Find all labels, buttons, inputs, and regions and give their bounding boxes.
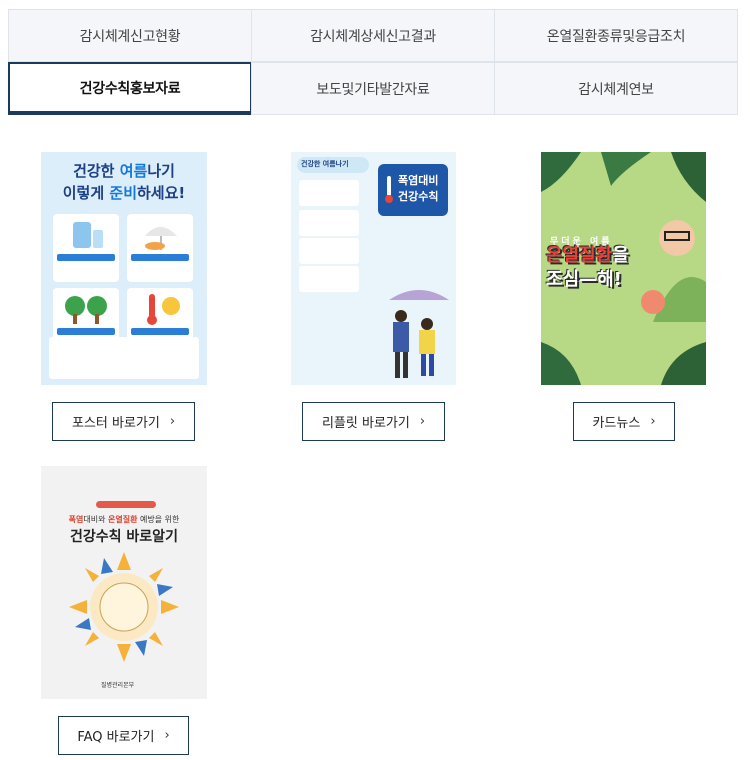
poster-footer <box>49 337 199 379</box>
poster-tile <box>53 214 119 282</box>
leaflet-tag-text: 건강한 여름나기 <box>301 160 349 168</box>
thermometer-icon <box>385 176 393 203</box>
leaflet-thumbnail[interactable]: 건강한 여름나기 폭염대비 건강수칙 <box>291 152 456 385</box>
faq-link-button[interactable]: FAQ 바로가기 › <box>58 716 189 755</box>
cardnews-thumbnail[interactable]: 무더운 여름 온열질환을 조심—해! <box>541 152 706 385</box>
faq-org-logo: 질병관리본부 <box>101 682 135 689</box>
cardnews-headline: 온열질환을 조심—해! <box>546 245 629 290</box>
people-illustration <box>389 290 449 378</box>
cardnews-link-button[interactable]: 카드뉴스 › <box>573 402 675 441</box>
tab-heat-illness-types-first-aid[interactable]: 온열질환종류및응급조치 <box>494 9 738 62</box>
sun-illustration <box>69 552 179 662</box>
tab-health-promotion-materials[interactable]: 건강수칙홍보자료 <box>8 62 252 115</box>
tab-surveillance-report-status[interactable]: 감시체계신고현황 <box>8 9 252 62</box>
leaflet-link-button[interactable]: 리플릿 바로가기 › <box>302 402 445 441</box>
water-jug-icon <box>73 222 103 248</box>
thermometer-icon <box>147 294 180 325</box>
poster-tile <box>127 214 193 282</box>
leaflet-row <box>299 210 359 236</box>
poster-thumbnail[interactable]: 건강한 여름나기 이렇게 준비하세요! <box>41 152 207 385</box>
leaflet-row <box>299 180 359 206</box>
chevron-right-icon: › <box>419 414 426 429</box>
chevron-right-icon: › <box>164 728 170 743</box>
poster-headline: 건강한 여름나기 이렇게 준비하세요! <box>62 162 186 202</box>
leaflet-row <box>299 266 359 292</box>
poster-link-button[interactable]: 포스터 바로가기 › <box>52 402 195 441</box>
leaflet-title: 폭염대비 건강수칙 <box>378 164 448 216</box>
faq-main-title: 건강수칙 바로알기 <box>70 529 178 545</box>
tab-surveillance-detailed-results[interactable]: 감시체계상세신고결과 <box>251 9 495 62</box>
tab-bar: 감시체계신고현황 감시체계상세신고결과 온열질환종류및응급조치 건강수칙홍보자료… <box>8 9 738 115</box>
faq-thumbnail[interactable]: 폭염대비와 온열질환 예방을 위한 건강수칙 바로알기 질병관리본부 <box>41 466 207 699</box>
tab-surveillance-annual-report[interactable]: 감시체계연보 <box>494 62 738 115</box>
chevron-right-icon: › <box>650 414 656 429</box>
tree-icon <box>65 296 107 324</box>
umbrella-icon <box>145 227 177 250</box>
faq-subtitle: 폭염대비와 온열질환 예방을 위한 <box>68 515 180 524</box>
leaflet-row <box>299 238 359 264</box>
faq-top-pill <box>96 501 156 508</box>
tab-press-publications[interactable]: 보도및기타발간자료 <box>251 62 495 115</box>
chevron-right-icon: › <box>169 414 176 429</box>
